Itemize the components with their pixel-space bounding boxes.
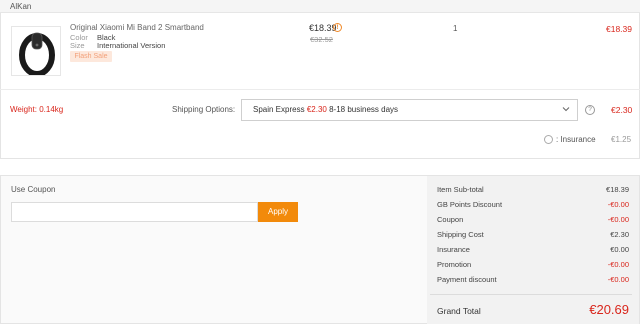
insurance-radio[interactable] — [544, 135, 553, 144]
quantity-value: 1 — [453, 24, 458, 33]
summary-label-shipping: Shipping Cost — [437, 230, 484, 239]
insurance-price: €1.25 — [611, 135, 632, 144]
shipping-method-time: 8-18 business days — [329, 105, 399, 114]
chevron-down-icon[interactable] — [562, 105, 570, 113]
attribute-value: International Version — [97, 41, 166, 50]
summary-value-coupon: -€0.00 — [607, 215, 629, 224]
summary-label-promotion: Promotion — [437, 260, 472, 269]
product-name[interactable]: Original Xiaomi Mi Band 2 Smartband — [70, 23, 204, 32]
summary-value-shipping: €2.30 — [610, 230, 629, 239]
shipping-method-value[interactable]: Spain Express €2.30 8-18 business days — [253, 105, 398, 114]
grand-total-value: €20.69 — [589, 302, 629, 317]
summary-label-subtotal: Item Sub-total — [437, 185, 484, 194]
summary-label-payment-discount: Payment discount — [437, 275, 497, 284]
shipping-method-cost: €2.30 — [306, 105, 327, 114]
divider — [430, 294, 632, 295]
divider — [0, 89, 640, 90]
insurance-label: : Insurance — [556, 135, 596, 144]
product-attribute-size: Size International Version — [70, 41, 165, 50]
summary-value-points: -€0.00 — [607, 200, 629, 209]
product-image[interactable] — [11, 26, 61, 76]
summary-label-insurance: Insurance — [437, 245, 470, 254]
summary-label-coupon: Coupon — [437, 215, 464, 224]
attribute-key: Size — [70, 41, 85, 50]
summary-value-promotion: -€0.00 — [607, 260, 629, 269]
help-icon[interactable]: ? — [585, 105, 595, 115]
smartband-image — [12, 27, 60, 75]
summary-value-payment-discount: -€0.00 — [607, 275, 629, 284]
summary-value-subtotal: €18.39 — [606, 185, 629, 194]
store-name[interactable]: AlKan — [10, 2, 31, 11]
shipping-options-label: Shipping Options: — [172, 105, 236, 114]
flash-sale-badge: Flash Sale — [70, 51, 112, 62]
store-header — [0, 0, 640, 13]
summary-value-insurance: €0.00 — [610, 245, 629, 254]
coupon-title: Use Coupon — [11, 185, 56, 194]
info-icon[interactable]: ! — [333, 23, 342, 32]
original-price: €32.52 — [310, 35, 333, 44]
shipping-method-name: Spain Express — [253, 105, 305, 114]
item-row-total: €18.39 — [606, 24, 632, 34]
item-weight: Weight: 0.14kg — [10, 105, 64, 114]
coupon-input[interactable] — [11, 202, 258, 222]
shipping-total: €2.30 — [611, 105, 633, 115]
summary-label-points: GB Points Discount — [437, 200, 503, 209]
grand-total-label: Grand Total — [437, 306, 481, 316]
apply-coupon-button[interactable]: Apply — [258, 202, 298, 222]
